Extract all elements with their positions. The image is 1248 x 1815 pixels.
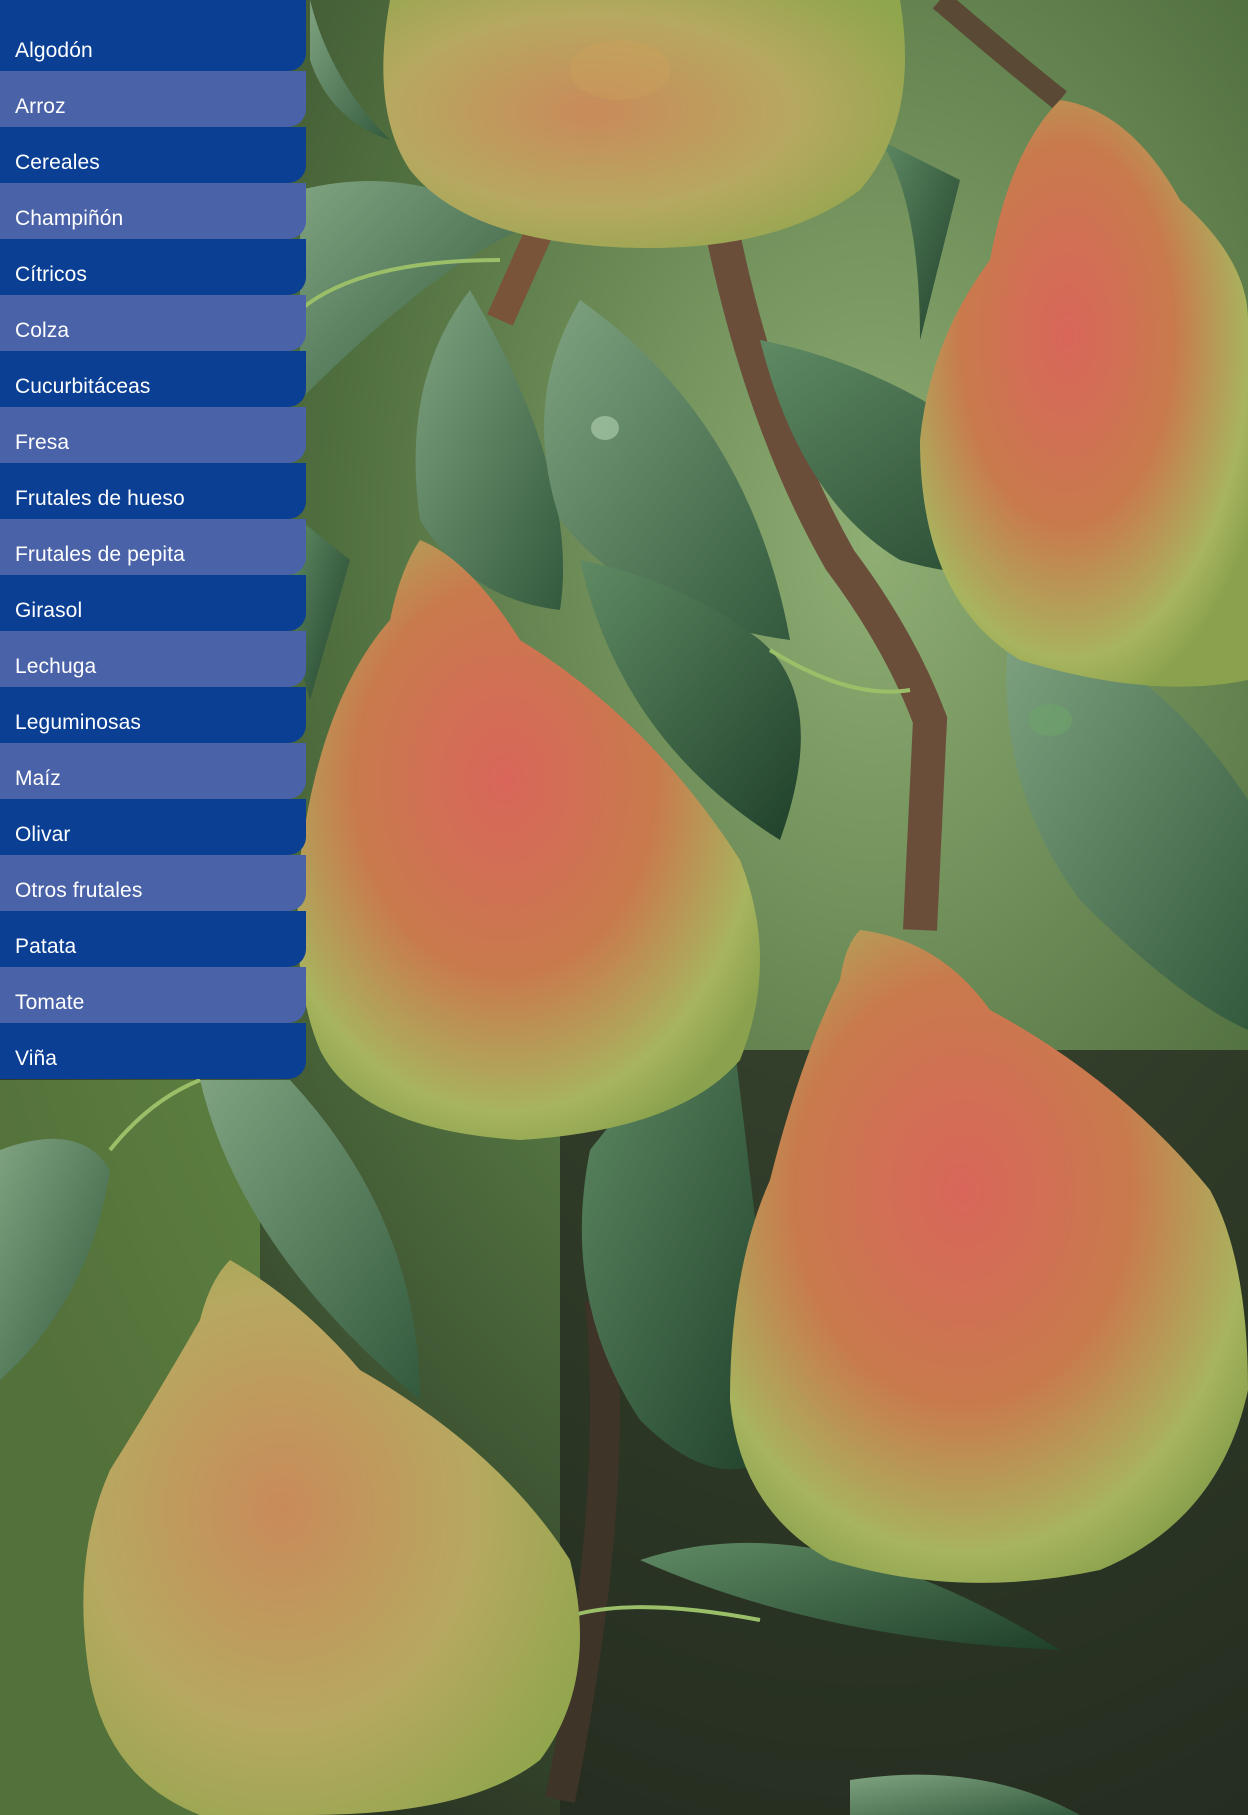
menu-item-lechuga[interactable]: Lechuga [0, 631, 306, 687]
menu-item-frutales-de-hueso[interactable]: Frutales de hueso [0, 463, 306, 519]
menu-item-label: Arroz [15, 95, 66, 118]
menu-item-cucurbitaceas[interactable]: Cucurbitáceas [0, 351, 306, 407]
menu-item-label: Frutales de hueso [15, 487, 185, 510]
menu-item-fresa[interactable]: Fresa [0, 407, 306, 463]
menu-item-label: Cereales [15, 151, 100, 174]
menu-item-label: Colza [15, 319, 70, 342]
menu-item-patata[interactable]: Patata [0, 911, 306, 967]
menu-item-vina[interactable]: Viña [0, 1023, 306, 1079]
menu-item-label: Leguminosas [15, 711, 142, 734]
menu-item-label: Cucurbitáceas [15, 375, 151, 398]
menu-item-label: Cítricos [15, 263, 87, 286]
menu-item-maiz[interactable]: Maíz [0, 743, 306, 799]
menu-item-tomate[interactable]: Tomate [0, 967, 306, 1023]
menu-item-colza[interactable]: Colza [0, 295, 306, 351]
menu-item-label: Patata [15, 935, 77, 958]
menu-item-label: Viña [15, 1047, 58, 1070]
menu-item-label: Algodón [15, 39, 93, 62]
menu-item-cereales[interactable]: Cereales [0, 127, 306, 183]
crop-category-menu: Algodón Arroz Cereales Champiñón Cítrico… [0, 0, 306, 1079]
menu-item-label: Fresa [15, 431, 70, 454]
crop-page: Algodón Arroz Cereales Champiñón Cítrico… [0, 0, 1248, 1815]
menu-item-algodon[interactable]: Algodón [0, 0, 306, 71]
menu-item-frutales-de-pepita[interactable]: Frutales de pepita [0, 519, 306, 575]
menu-item-label: Girasol [15, 599, 83, 622]
menu-item-olivar[interactable]: Olivar [0, 799, 306, 855]
menu-item-label: Champiñón [15, 207, 124, 230]
menu-item-label: Lechuga [15, 655, 97, 678]
menu-item-leguminosas[interactable]: Leguminosas [0, 687, 306, 743]
menu-item-otros-frutales[interactable]: Otros frutales [0, 855, 306, 911]
menu-item-arroz[interactable]: Arroz [0, 71, 306, 127]
menu-item-label: Maíz [15, 767, 61, 790]
menu-item-champinon[interactable]: Champiñón [0, 183, 306, 239]
menu-item-girasol[interactable]: Girasol [0, 575, 306, 631]
menu-item-label: Tomate [15, 991, 85, 1014]
menu-item-label: Frutales de pepita [15, 543, 185, 566]
menu-item-label: Otros frutales [15, 879, 143, 902]
menu-item-citricos[interactable]: Cítricos [0, 239, 306, 295]
menu-item-label: Olivar [15, 823, 71, 846]
